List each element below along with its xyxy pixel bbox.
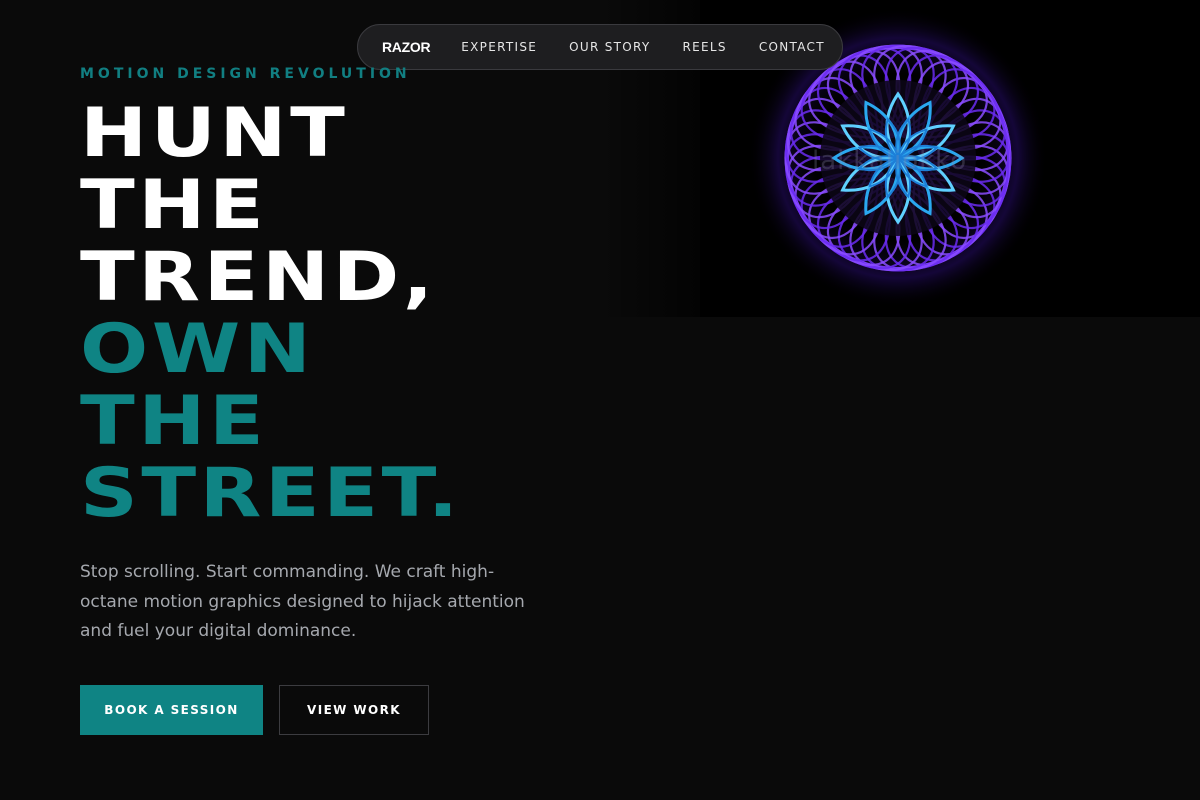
logo[interactable]: RAZOR xyxy=(382,39,431,55)
headline-line: THE xyxy=(80,166,268,245)
artwork-watermark: lakkaliokko xyxy=(812,146,968,176)
nav-link-our-story[interactable]: OUR STORY xyxy=(569,40,650,54)
main-nav: RAZOR EXPERTISE OUR STORY REELS CONTACT xyxy=(357,24,843,70)
headline-line: HUNT xyxy=(80,94,349,173)
nav-link-reels[interactable]: REELS xyxy=(683,40,727,54)
headline-line-accent: STREET. xyxy=(80,454,462,533)
nav-link-expertise[interactable]: EXPERTISE xyxy=(461,40,537,54)
headline-line: TREND, xyxy=(80,238,437,317)
view-work-button[interactable]: VIEW WORK xyxy=(279,685,429,735)
hero-headline: HUNT THE TREND, OWN THE STREET. xyxy=(80,98,462,530)
book-session-button[interactable]: BOOK A SESSION xyxy=(80,685,263,735)
headline-line-accent: THE xyxy=(80,382,268,461)
headline-line-accent: OWN xyxy=(80,310,315,389)
hero-eyebrow: MOTION DESIGN REVOLUTION xyxy=(80,66,411,82)
nav-link-contact[interactable]: CONTACT xyxy=(759,40,825,54)
hero-lead-text: Stop scrolling. Start commanding. We cra… xyxy=(80,562,525,641)
